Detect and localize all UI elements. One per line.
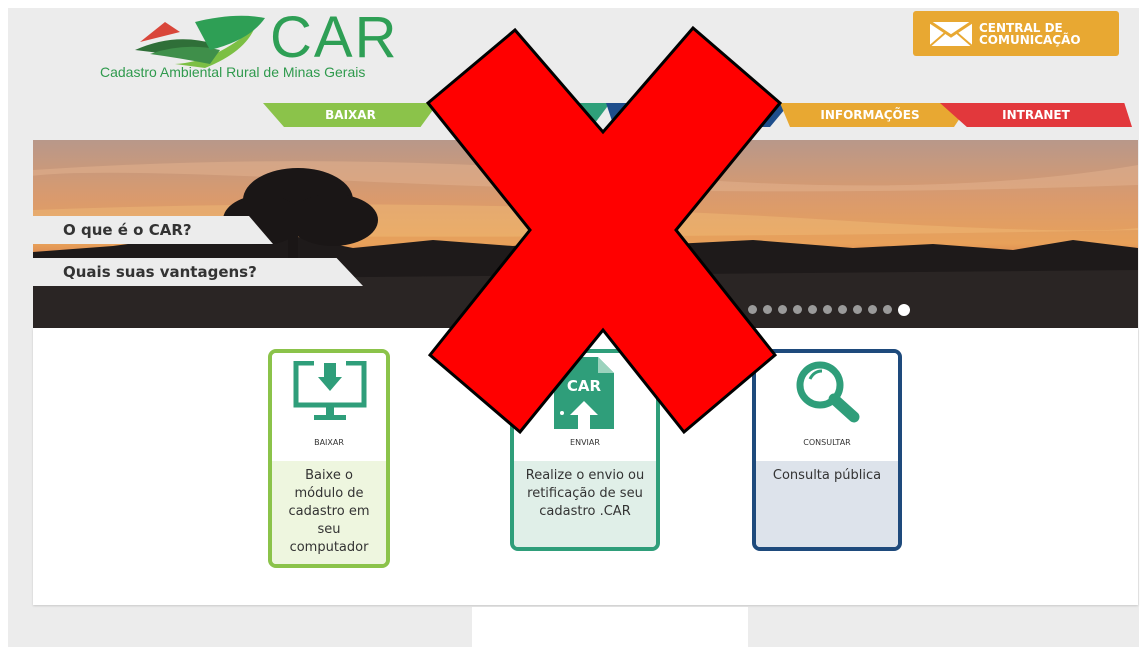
carousel-dot[interactable] — [763, 305, 772, 314]
card-consultar-top: CONSULTAR — [756, 353, 898, 461]
car-logo-mark[interactable] — [135, 12, 270, 70]
question-advantages[interactable]: Quais suas vantagens? — [33, 258, 363, 286]
car-file-upload-icon: CAR — [554, 357, 614, 429]
carousel-dot[interactable] — [778, 305, 787, 314]
tab-informacoes[interactable]: INFORMAÇÕES — [780, 103, 970, 127]
card-consultar[interactable]: CONSULTAR Consulta pública — [752, 349, 902, 551]
carousel-dot[interactable] — [793, 305, 802, 314]
carousel-dots — [748, 304, 910, 316]
monitor-download-icon — [293, 361, 367, 420]
carousel-dot[interactable] — [868, 305, 877, 314]
carousel-dot[interactable] — [838, 305, 847, 314]
card-baixar-desc: Baixe o módulo de cadastro em seu comput… — [272, 461, 386, 564]
carousel-dot[interactable] — [898, 304, 910, 316]
card-baixar[interactable]: BAIXAR Baixe o módulo de cadastro em seu… — [268, 349, 390, 568]
card-enviar-top: CAR ENVIAR — [514, 353, 656, 461]
carousel-dot[interactable] — [823, 305, 832, 314]
card-enviar-title: ENVIAR — [570, 438, 600, 447]
central-comunicacao-button[interactable]: CENTRAL DE COMUNICAÇÃO — [913, 11, 1119, 56]
card-baixar-top: BAIXAR — [272, 353, 386, 461]
central-label-line1: CENTRAL DE — [979, 20, 1063, 35]
carousel-dot[interactable] — [748, 305, 757, 314]
page: CAR Cadastro Ambiental Rural de Minas Ge… — [0, 0, 1147, 647]
central-label-line2: COMUNICAÇÃO — [979, 32, 1081, 47]
question-what-is-car[interactable]: O que é o CAR? — [33, 216, 273, 244]
card-enviar[interactable]: CAR ENVIAR Realize o envio ou retificaçã… — [510, 349, 660, 551]
tab-intranet[interactable]: INTRANET — [940, 103, 1132, 127]
tab-2[interactable] — [444, 103, 610, 127]
carousel-dot[interactable] — [808, 305, 817, 314]
card-enviar-desc: Realize o envio ou retificação de seu ca… — [514, 461, 656, 547]
card-baixar-title: BAIXAR — [314, 438, 344, 447]
car-file-text: CAR — [567, 377, 602, 395]
carousel-dot[interactable] — [853, 305, 862, 314]
envelope-icon — [929, 20, 973, 47]
card-consultar-title: CONSULTAR — [803, 438, 851, 447]
central-label: CENTRAL DE COMUNICAÇÃO — [979, 22, 1081, 46]
magnifier-icon — [796, 361, 860, 423]
tab-baixar[interactable]: BAIXAR — [263, 103, 438, 127]
logo-text[interactable]: CAR — [270, 6, 398, 70]
tab-3[interactable] — [606, 103, 790, 127]
carousel-dot[interactable] — [883, 305, 892, 314]
card-consultar-desc: Consulta pública — [756, 461, 898, 547]
logo-subtitle: Cadastro Ambiental Rural de Minas Gerais — [100, 64, 366, 80]
footer-box — [472, 607, 748, 647]
